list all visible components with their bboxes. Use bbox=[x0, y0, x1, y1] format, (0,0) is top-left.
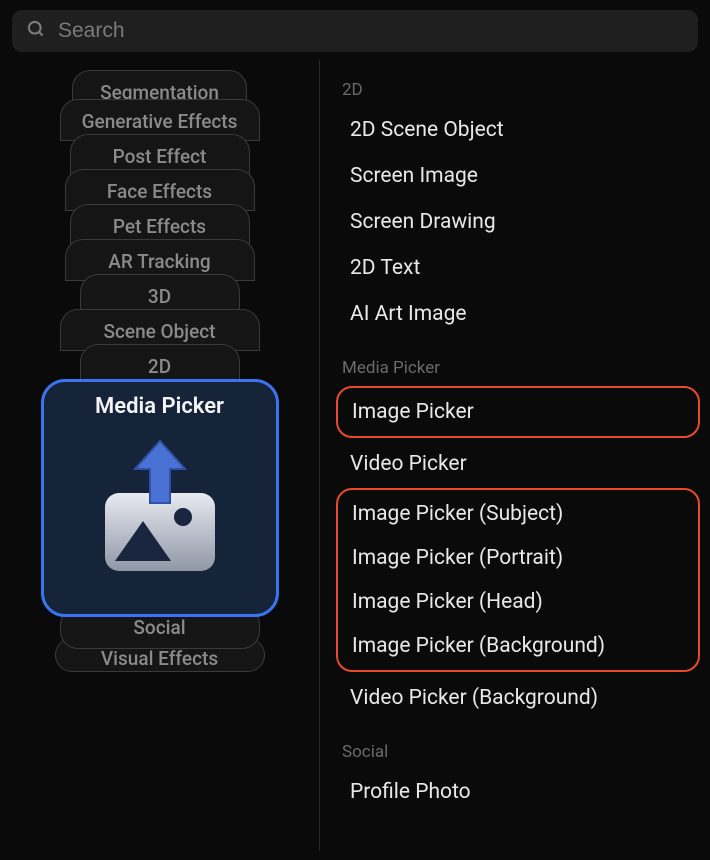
search-icon bbox=[26, 19, 46, 43]
card-label: 2D bbox=[148, 355, 171, 378]
list-item-screen-drawing[interactable]: Screen Drawing bbox=[336, 200, 700, 244]
object-list-panel: 2D 2D Scene Object Screen Image Screen D… bbox=[320, 60, 710, 850]
list-item-video-picker[interactable]: Video Picker bbox=[336, 442, 700, 486]
list-item-image-picker[interactable]: Image Picker bbox=[338, 390, 698, 434]
annotation-highlight-box-1: Image Picker bbox=[336, 386, 700, 438]
section-header-media-picker: Media Picker bbox=[342, 358, 700, 378]
search-bar[interactable] bbox=[12, 10, 698, 52]
card-label: Face Effects bbox=[107, 180, 212, 203]
card-label: Pet Effects bbox=[113, 215, 206, 238]
card-label: 3D bbox=[148, 285, 171, 308]
list-item-image-picker-subject[interactable]: Image Picker (Subject) bbox=[338, 492, 698, 536]
category-card-media-picker-active[interactable]: Media Picker bbox=[41, 379, 279, 617]
annotation-highlight-box-2: Image Picker (Subject) Image Picker (Por… bbox=[336, 488, 700, 672]
card-label: Generative Effects bbox=[82, 110, 238, 133]
section-header-social: Social bbox=[342, 742, 700, 762]
list-item-profile-photo[interactable]: Profile Photo bbox=[336, 770, 700, 814]
list-item-image-picker-background[interactable]: Image Picker (Background) bbox=[338, 624, 698, 668]
card-label: Post Effect bbox=[113, 145, 207, 168]
category-stack-panel: Segmentation Generative Effects Post Eff… bbox=[0, 60, 320, 850]
card-label: AR Tracking bbox=[108, 250, 210, 273]
media-picker-upload-icon bbox=[85, 431, 235, 581]
list-item-2d-scene-object[interactable]: 2D Scene Object bbox=[336, 108, 700, 152]
list-item-video-picker-background[interactable]: Video Picker (Background) bbox=[336, 676, 700, 720]
card-label: Visual Effects bbox=[101, 647, 218, 670]
list-item-2d-text[interactable]: 2D Text bbox=[336, 246, 700, 290]
card-label: Social bbox=[133, 616, 185, 639]
list-item-screen-image[interactable]: Screen Image bbox=[336, 154, 700, 198]
section-header-2d: 2D bbox=[342, 80, 700, 100]
card-label: Media Picker bbox=[95, 394, 224, 419]
card-label: Scene Object bbox=[103, 320, 215, 343]
search-input[interactable] bbox=[58, 19, 684, 43]
list-item-image-picker-head[interactable]: Image Picker (Head) bbox=[338, 580, 698, 624]
list-item-image-picker-portrait[interactable]: Image Picker (Portrait) bbox=[338, 536, 698, 580]
list-item-ai-art-image[interactable]: AI Art Image bbox=[336, 292, 700, 336]
